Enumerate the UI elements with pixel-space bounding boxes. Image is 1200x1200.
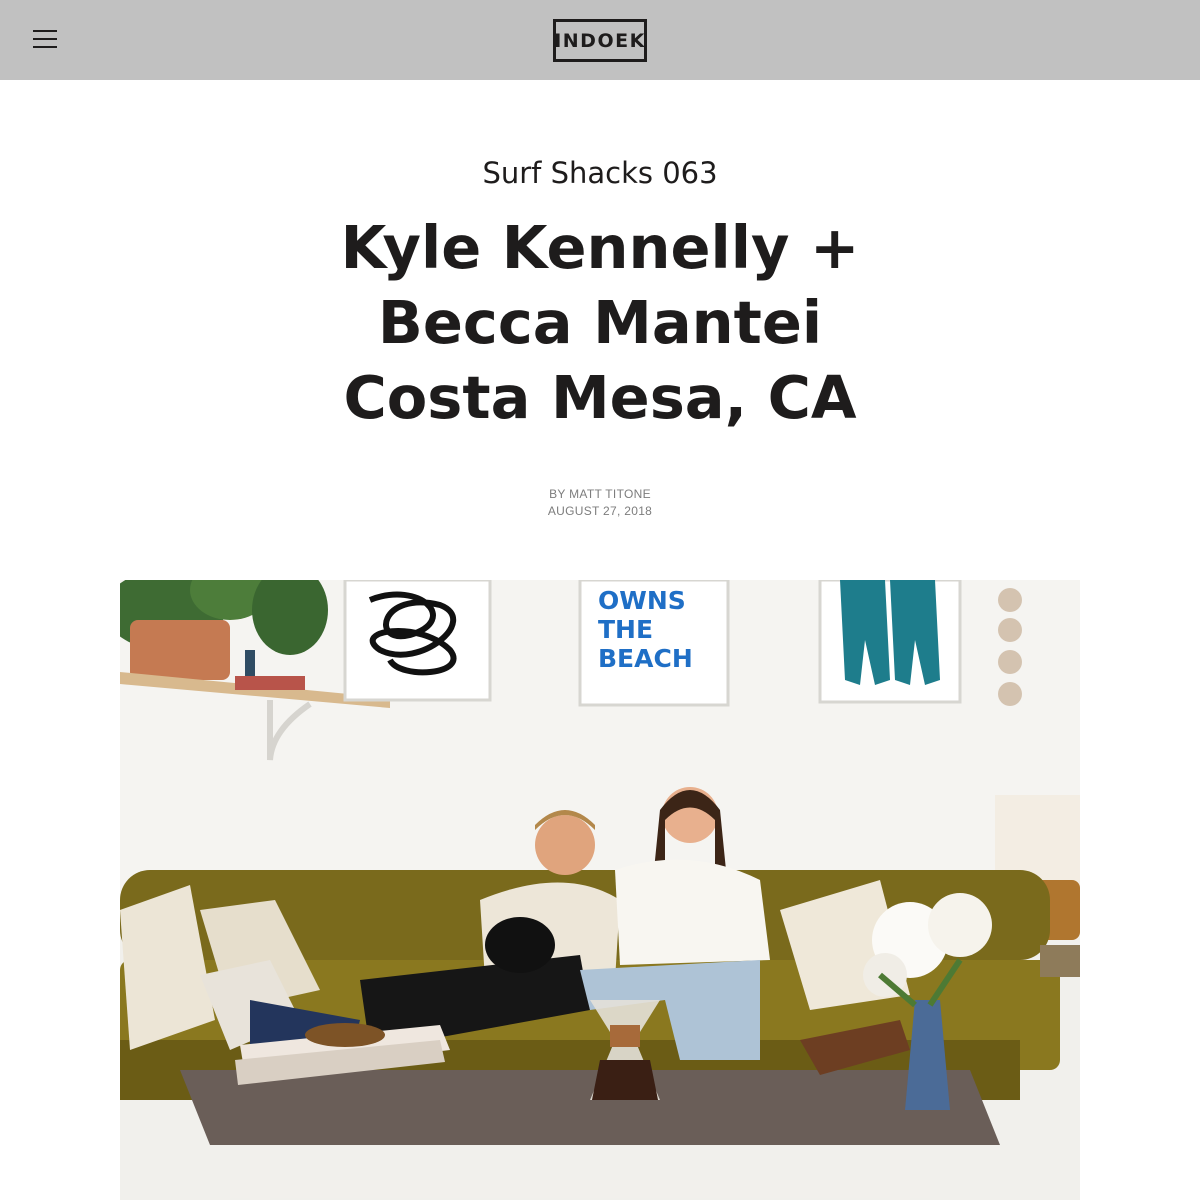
headline-line-2: Becca Mantei	[377, 288, 823, 357]
svg-text:OWNS: OWNS	[598, 586, 686, 615]
hamburger-menu-icon[interactable]	[30, 26, 60, 54]
headline-line-1: Kyle Kennelly +	[340, 213, 860, 282]
site-header: INDOEK	[0, 0, 1200, 80]
publish-date: August 27, 2018	[547, 504, 653, 518]
author-link[interactable]: By Matt Titone	[549, 487, 651, 501]
article-byline: By Matt Titone August 27, 2018	[0, 486, 1200, 520]
article-kicker[interactable]: Surf Shacks 063	[0, 156, 1200, 190]
hero-photo: OWNS THE BEACH	[120, 580, 1080, 1200]
svg-text:THE: THE	[598, 615, 653, 644]
site-logo[interactable]: INDOEK	[553, 19, 647, 62]
article-headline: Kyle Kennelly + Becca Mantei Costa Mesa,…	[0, 210, 1200, 435]
svg-text:BEACH: BEACH	[598, 644, 693, 673]
headline-line-3: Costa Mesa, CA	[343, 363, 857, 432]
